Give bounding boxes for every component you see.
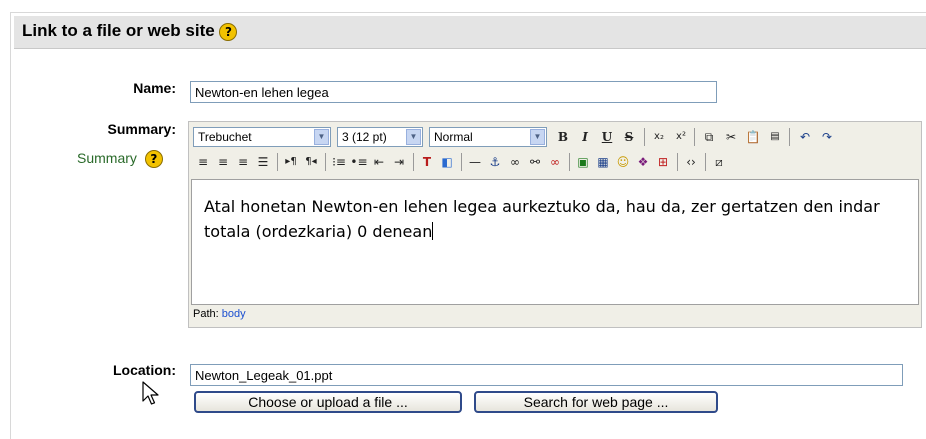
image-icon[interactable]: ▣ xyxy=(573,152,593,172)
name-label: Name: xyxy=(133,80,176,96)
format-select[interactable]: Normal ▼ xyxy=(429,127,547,147)
summary-sublabel-text: Summary xyxy=(77,150,137,166)
redo-icon[interactable]: ↷ xyxy=(817,127,837,147)
strikethrough-button[interactable]: S xyxy=(619,127,639,147)
align-left-icon[interactable]: ≡ xyxy=(193,152,213,172)
subscript-button[interactable]: x₂ xyxy=(649,127,669,147)
font-family-select[interactable]: Trebuchet ▼ xyxy=(193,127,331,147)
rich-text-editor: Trebuchet ▼ 3 (12 pt) ▼ Normal ▼ B I U S… xyxy=(188,121,922,328)
summary-content: Atal honetan Newton-en lehen legea aurke… xyxy=(204,194,894,244)
name-input[interactable]: Newton-en lehen legea xyxy=(190,81,717,103)
bg-color-icon[interactable]: ◧ xyxy=(437,152,457,172)
toolbar-separator xyxy=(413,153,414,171)
search-web-page-button[interactable]: Search for web page ... xyxy=(474,391,718,413)
paste-icon[interactable]: 📋 xyxy=(743,127,763,147)
font-size-value: 3 (12 pt) xyxy=(342,130,387,144)
chevron-down-icon: ▼ xyxy=(314,129,329,145)
paste-word-icon[interactable]: ▤ xyxy=(765,127,785,147)
text-caret xyxy=(432,222,434,240)
path-body-link[interactable]: body xyxy=(222,308,246,320)
choose-upload-file-button[interactable]: Choose or upload a file ... xyxy=(194,391,462,413)
mouse-cursor-icon xyxy=(142,381,159,405)
help-icon[interactable]: ? xyxy=(219,22,238,41)
chevron-down-icon: ▼ xyxy=(406,129,421,145)
rtl-icon[interactable]: ¶◂ xyxy=(301,152,321,172)
indent-icon[interactable]: ⇥ xyxy=(389,152,409,172)
location-input[interactable]: Newton_Legeak_01.ppt xyxy=(190,364,903,386)
html-source-icon[interactable]: ‹› xyxy=(681,152,701,172)
location-label: Location: xyxy=(113,362,176,378)
toolbar-separator xyxy=(325,153,326,171)
section-header: Link to a file or web site ? xyxy=(14,16,926,49)
italic-button[interactable]: I xyxy=(575,127,595,147)
font-family-value: Trebuchet xyxy=(198,130,252,144)
summary-textarea[interactable]: Atal honetan Newton-en lehen legea aurke… xyxy=(191,179,919,305)
summary-content-text: Atal honetan Newton-en lehen legea aurke… xyxy=(204,197,880,241)
superscript-button[interactable]: x² xyxy=(671,127,691,147)
path-label: Path: xyxy=(193,308,219,320)
fullscreen-icon[interactable]: ⧄ xyxy=(709,152,729,172)
summary-sublabel: Summary ? xyxy=(77,150,163,169)
outdent-icon[interactable]: ⇤ xyxy=(369,152,389,172)
table-icon[interactable]: ▦ xyxy=(593,152,613,172)
toolbar-separator xyxy=(694,128,695,146)
section-title: Link to a file or web site ? xyxy=(22,21,238,41)
toolbar-separator xyxy=(644,128,645,146)
ordered-list-icon[interactable]: ⁝≡ xyxy=(329,152,349,172)
smiley-icon[interactable]: ☺ xyxy=(613,152,633,172)
text-color-icon[interactable]: T xyxy=(417,152,437,172)
format-value: Normal xyxy=(434,130,473,144)
undo-icon[interactable]: ↶ xyxy=(795,127,815,147)
cut-icon[interactable]: ✂ xyxy=(721,127,741,147)
toolbar-separator xyxy=(461,153,462,171)
ltr-icon[interactable]: ▸¶ xyxy=(281,152,301,172)
align-center-icon[interactable]: ≡ xyxy=(213,152,233,172)
unordered-list-icon[interactable]: •≡ xyxy=(349,152,369,172)
anchor-icon[interactable]: ⚓ xyxy=(485,152,505,172)
chevron-down-icon: ▼ xyxy=(530,129,545,145)
font-size-select[interactable]: 3 (12 pt) ▼ xyxy=(337,127,423,147)
toolbar-separator xyxy=(277,153,278,171)
nolink-icon[interactable]: ∞ xyxy=(545,152,565,172)
bold-button[interactable]: B xyxy=(553,127,573,147)
search-replace-icon[interactable]: ⊞ xyxy=(653,152,673,172)
horizontal-rule-icon[interactable]: — xyxy=(465,152,485,172)
copy-icon[interactable]: ⧉ xyxy=(699,127,719,147)
section-title-text: Link to a file or web site xyxy=(22,21,215,40)
toolbar-separator xyxy=(677,153,678,171)
unlink-icon[interactable]: ⚯ xyxy=(525,152,545,172)
toolbar-separator xyxy=(705,153,706,171)
special-char-icon[interactable]: ❖ xyxy=(633,152,653,172)
editor-path: Path: body xyxy=(193,308,246,320)
summary-label: Summary: xyxy=(107,121,176,137)
link-icon[interactable]: ∞ xyxy=(505,152,525,172)
justify-icon[interactable]: ☰ xyxy=(253,152,273,172)
underline-button[interactable]: U xyxy=(597,127,617,147)
summary-help-icon[interactable]: ? xyxy=(144,150,163,169)
align-right-icon[interactable]: ≡ xyxy=(233,152,253,172)
toolbar-separator xyxy=(789,128,790,146)
toolbar-separator xyxy=(569,153,570,171)
